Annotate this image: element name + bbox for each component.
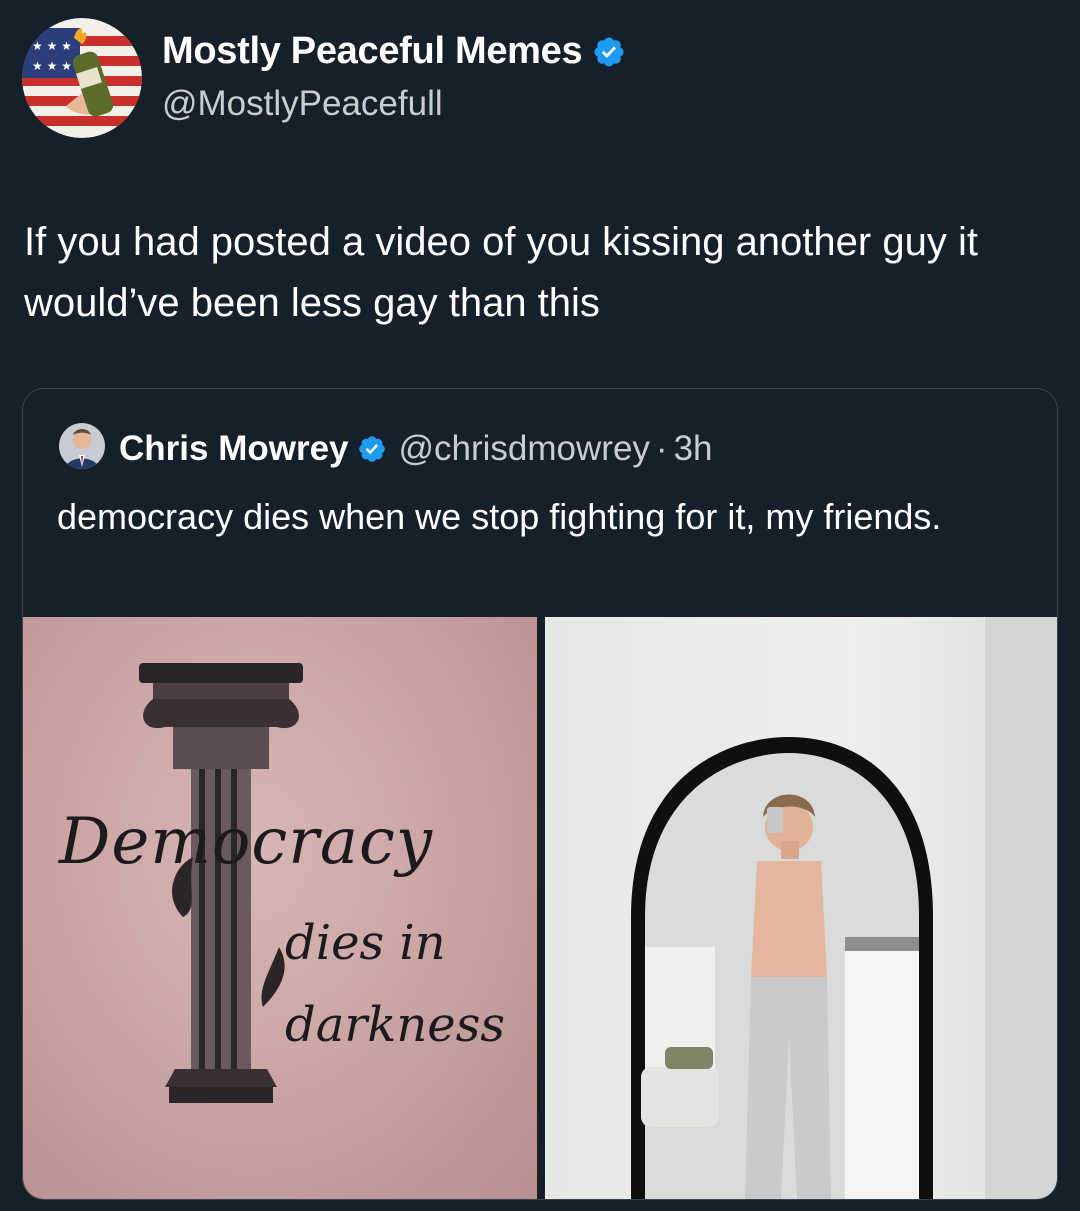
- media-photo-tattoo[interactable]: Democracy dies in darkness: [23, 617, 537, 1199]
- quoted-author-row: Chris Mowrey @chrisdmowrey · 3h: [119, 429, 713, 469]
- quoted-display-name[interactable]: Chris Mowrey: [119, 429, 349, 469]
- flag-molotov-avatar-icon: ★ ★ ★ ★ ★ ★: [22, 18, 142, 138]
- tweet: ★ ★ ★ ★ ★ ★ Mostly Peaceful Memes @Mostl…: [0, 0, 1080, 1211]
- svg-text:★ ★ ★: ★ ★ ★: [32, 39, 72, 53]
- tattoo-text-democracy: Democracy: [59, 805, 433, 879]
- person-avatar-icon: [59, 423, 105, 469]
- author-row: Mostly Peaceful Memes: [162, 30, 626, 73]
- mirror-selfie-image: [631, 617, 1057, 1199]
- separator-dot: ·: [655, 429, 668, 468]
- display-name[interactable]: Mostly Peaceful Memes: [162, 30, 583, 73]
- media-photo-selfie[interactable]: [545, 617, 1057, 1199]
- tattoo-text-darkness: darkness: [285, 997, 505, 1053]
- quoted-tweet[interactable]: Chris Mowrey @chrisdmowrey · 3h democrac…: [22, 388, 1058, 1200]
- tweet-text: If you had posted a video of you kissing…: [24, 220, 978, 325]
- tattoo-text-dies-in: dies in: [285, 915, 446, 971]
- svg-text:★ ★ ★: ★ ★ ★: [32, 59, 72, 73]
- avatar[interactable]: ★ ★ ★ ★ ★ ★: [22, 18, 142, 138]
- verified-badge-icon: [592, 35, 626, 69]
- handle[interactable]: @MostlyPeacefull: [162, 84, 443, 124]
- quoted-text: democracy dies when we stop fighting for…: [57, 496, 942, 537]
- quoted-timestamp[interactable]: 3h: [674, 429, 713, 469]
- quoted-handle[interactable]: @chrisdmowrey: [399, 429, 650, 469]
- quoted-avatar[interactable]: [59, 423, 105, 469]
- verified-badge-icon: [357, 434, 387, 464]
- column-tattoo-image: [139, 663, 303, 1103]
